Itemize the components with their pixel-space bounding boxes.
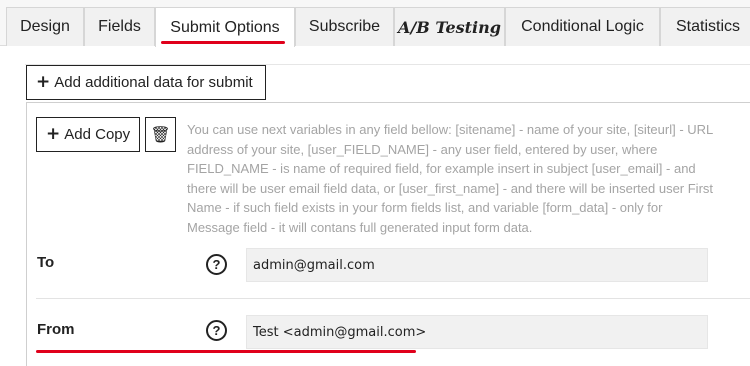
row-separator [36, 298, 750, 299]
tab-ab-testing[interactable]: A/B Testing [394, 7, 505, 46]
plus-icon: + [46, 124, 61, 144]
tab-bar: Design Fields Submit Options Subscribe A… [0, 0, 750, 47]
add-additional-data-button[interactable]: + Add additional data for submit [26, 65, 266, 100]
add-copy-button[interactable]: + Add Copy [36, 117, 140, 152]
to-label: To [37, 254, 55, 271]
to-field[interactable]: admin@gmail.com [246, 248, 708, 282]
active-tab-underline [161, 41, 285, 44]
tab-statistics[interactable]: Statistics [660, 7, 750, 46]
variables-hint: You can use next variables in any field … [187, 122, 714, 235]
tab-conditional-logic[interactable]: Conditional Logic [505, 7, 660, 46]
trash-icon: 🗑 [150, 126, 171, 144]
tab-design[interactable]: Design [6, 7, 84, 46]
tab-subscribe[interactable]: Subscribe [295, 7, 394, 46]
to-help-icon[interactable]: ? [206, 254, 227, 275]
from-help-icon[interactable]: ? [206, 320, 227, 341]
from-label: From [37, 321, 75, 338]
from-field[interactable]: Test <admin@gmail.com> [246, 315, 708, 349]
plus-icon: + [36, 72, 51, 92]
tab-fields[interactable]: Fields [84, 7, 155, 46]
highlight-underline [36, 350, 416, 353]
delete-copy-button[interactable]: 🗑 [145, 117, 176, 152]
